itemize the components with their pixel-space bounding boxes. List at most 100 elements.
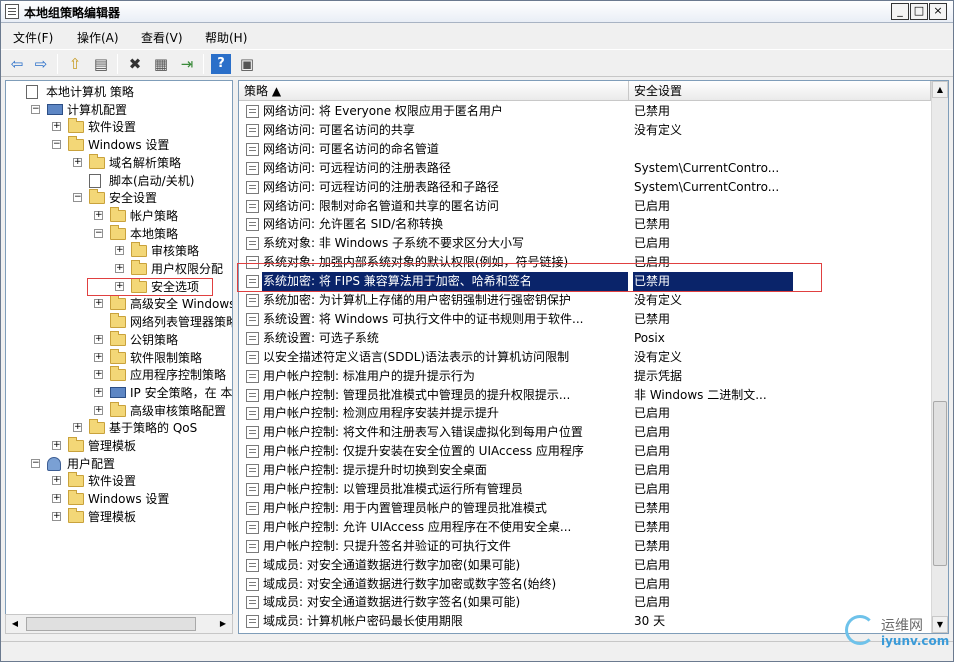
- expand-icon[interactable]: +: [115, 264, 124, 273]
- table-row[interactable]: 以安全描述符定义语言(SDDL)语法表示的计算机访问限制 没有定义: [239, 348, 931, 367]
- table-row[interactable]: 域成员: 计算机帐户密码最长使用期限 30 天: [239, 612, 931, 631]
- table-row[interactable]: 用户帐户控制: 允许 UIAccess 应用程序在不使用安全桌... 已禁用: [239, 518, 931, 537]
- expand-icon[interactable]: +: [115, 281, 124, 291]
- tree-item[interactable]: + Windows 设置: [6, 490, 232, 508]
- table-row[interactable]: 网络访问: 可匿名访问的共享 没有定义: [239, 121, 931, 140]
- tree-item[interactable]: + 公钥策略: [6, 330, 232, 349]
- table-row[interactable]: 系统对象: 加强内部系统对象的默认权限(例如，符号链接) 已启用: [239, 253, 931, 272]
- properties-icon[interactable]: ▦: [151, 54, 171, 74]
- table-row[interactable]: 系统加密: 为计算机上存储的用户密钥强制进行强密钥保护 没有定义: [239, 291, 931, 310]
- delete-icon[interactable]: ✖: [125, 54, 145, 74]
- tree-item[interactable]: + 应用程序控制策略: [6, 366, 232, 384]
- expand-icon[interactable]: +: [52, 476, 61, 486]
- tree-item[interactable]: + 高级安全 Windows 防: [6, 295, 232, 313]
- table-row[interactable]: 用户帐户控制: 提示提升时切换到安全桌面 已启用: [239, 461, 931, 480]
- maximize-button[interactable]: □: [910, 3, 928, 20]
- back-icon[interactable]: ⇦: [7, 54, 27, 74]
- table-row[interactable]: 网络访问: 限制对命名管道和共享的匿名访问 已启用: [239, 197, 931, 216]
- table-row[interactable]: 域成员: 对安全通道数据进行数字加密(如果可能) 已启用: [239, 556, 931, 575]
- column-header-policy[interactable]: 策略 ▲: [239, 81, 629, 101]
- expand-icon[interactable]: +: [73, 423, 82, 433]
- tree-item[interactable]: + 管理模板: [6, 507, 232, 526]
- table-row[interactable]: 系统设置: 将 Windows 可执行文件中的证书规则用于软件... 已禁用: [239, 310, 931, 329]
- tree-scroll-thumb[interactable]: [26, 617, 196, 631]
- minimize-button[interactable]: _: [891, 3, 909, 20]
- table-row[interactable]: 域成员: 对安全通道数据进行数字加密或数字签名(始终) 已启用: [239, 575, 931, 594]
- menu-action[interactable]: 操作(A): [77, 29, 119, 46]
- collapse-icon[interactable]: −: [31, 458, 40, 468]
- tree-item[interactable]: − 本地策略: [6, 224, 232, 243]
- tree-item[interactable]: + 域名解析策略: [6, 153, 232, 172]
- tree-item[interactable]: + 高级审核策略配置: [6, 401, 232, 420]
- expand-icon[interactable]: +: [52, 122, 61, 132]
- tree-item[interactable]: + 软件限制策略: [6, 348, 232, 367]
- expand-icon[interactable]: +: [94, 210, 103, 220]
- table-row[interactable]: 用户帐户控制: 只提升签名并验证的可执行文件 已禁用: [239, 537, 931, 556]
- table-row[interactable]: 网络访问: 可远程访问的注册表路径 System\CurrentContro...: [239, 159, 931, 178]
- tree-item[interactable]: + 帐户策略: [6, 206, 232, 225]
- scroll-left-icon[interactable]: ◀: [6, 615, 24, 633]
- tree-item[interactable]: + 软件设置: [6, 472, 232, 490]
- table-row[interactable]: 网络访问: 将 Everyone 权限应用于匿名用户 已禁用: [239, 102, 931, 121]
- collapse-icon[interactable]: −: [31, 104, 40, 114]
- tree-item[interactable]: − 用户配置: [6, 455, 232, 473]
- table-row[interactable]: 用户帐户控制: 标准用户的提升提示行为 提示凭据: [239, 367, 931, 386]
- scroll-up-icon[interactable]: ▲: [932, 81, 948, 98]
- table-row[interactable]: 系统设置: 可选子系统 Posix: [239, 329, 931, 348]
- expand-icon[interactable]: +: [52, 494, 61, 504]
- table-row[interactable]: 域成员: 禁用计算机帐户密码更改 已禁用: [239, 631, 931, 633]
- tree-horizontal-scrollbar[interactable]: ◀ ▶: [5, 614, 233, 634]
- table-row[interactable]: 用户帐户控制: 检测应用程序安装并提示提升 已启用: [239, 404, 931, 423]
- table-row[interactable]: 用户帐户控制: 仅提升安装在安全位置的 UIAccess 应用程序 已启用: [239, 442, 931, 461]
- expand-icon[interactable]: +: [52, 511, 61, 521]
- collapse-icon[interactable]: −: [94, 228, 103, 238]
- tree-item[interactable]: 本地计算机 策略: [6, 83, 232, 101]
- menu-view[interactable]: 查看(V): [141, 29, 183, 46]
- table-row[interactable]: 系统对象: 非 Windows 子系统不要求区分大小写 已启用: [239, 234, 931, 253]
- table-row[interactable]: 域成员: 对安全通道数据进行数字签名(如果可能) 已启用: [239, 593, 931, 612]
- up-folder-icon[interactable]: ⇧: [65, 54, 85, 74]
- expand-icon[interactable]: +: [94, 370, 103, 380]
- tree-item[interactable]: + 用户权限分配: [6, 260, 232, 278]
- help-icon[interactable]: ?: [211, 54, 231, 74]
- tree-item[interactable]: + 软件设置: [6, 118, 232, 136]
- expand-icon[interactable]: +: [94, 405, 103, 415]
- list-vertical-scrollbar[interactable]: ▲ ▼: [931, 81, 948, 633]
- menu-help[interactable]: 帮助(H): [205, 29, 247, 46]
- expand-icon[interactable]: +: [94, 387, 103, 397]
- column-header-setting[interactable]: 安全设置: [629, 81, 931, 101]
- tree-item[interactable]: − Windows 设置: [6, 136, 232, 154]
- table-row[interactable]: 网络访问: 可远程访问的注册表路径和子路径 System\CurrentContr…: [239, 178, 931, 197]
- close-button[interactable]: ×: [929, 3, 947, 20]
- expand-icon[interactable]: +: [115, 246, 124, 256]
- expand-icon[interactable]: +: [94, 352, 103, 362]
- table-row[interactable]: 系统加密: 将 FIPS 兼容算法用于加密、哈希和签名 已禁用: [239, 272, 931, 292]
- table-row[interactable]: 用户帐户控制: 用于内置管理员帐户的管理员批准模式 已禁用: [239, 499, 931, 518]
- table-row[interactable]: 用户帐户控制: 以管理员批准模式运行所有管理员 已启用: [239, 480, 931, 499]
- forward-icon[interactable]: ⇨: [31, 54, 51, 74]
- scroll-right-icon[interactable]: ▶: [214, 615, 232, 633]
- table-row[interactable]: 网络访问: 可匿名访问的命名管道: [239, 140, 931, 159]
- tree-item[interactable]: + IP 安全策略，在 本: [6, 384, 232, 402]
- tree-item[interactable]: + 基于策略的 QoS: [6, 419, 232, 437]
- table-row[interactable]: 用户帐户控制: 管理员批准模式中管理员的提升权限提示... 非 Windows 二…: [239, 386, 931, 405]
- list-scroll-thumb[interactable]: [933, 401, 947, 566]
- collapse-icon[interactable]: −: [73, 193, 82, 203]
- export-list-icon[interactable]: ⇥: [177, 54, 197, 74]
- table-row[interactable]: 用户帐户控制: 将文件和注册表写入错误虚拟化到每用户位置 已启用: [239, 423, 931, 442]
- tree-item[interactable]: + 审核策略: [6, 242, 232, 260]
- expand-icon[interactable]: +: [94, 334, 103, 344]
- tree-item[interactable]: 脚本(启动/关机): [6, 172, 232, 190]
- collapse-icon[interactable]: −: [52, 140, 61, 150]
- tree-item[interactable]: + 安全选项: [6, 277, 232, 296]
- show-tree-icon[interactable]: ▤: [91, 54, 111, 74]
- expand-icon[interactable]: +: [73, 157, 82, 167]
- tree-item[interactable]: 网络列表管理器策略: [6, 313, 232, 331]
- console-tree[interactable]: 本地计算机 策略 − 计算机配置 + 软件设置 − Windows 设置 + 域名解析策略 脚本(…: [5, 80, 233, 634]
- tree-item[interactable]: − 安全设置: [6, 189, 232, 207]
- tree-item[interactable]: − 计算机配置: [6, 101, 232, 119]
- expand-icon[interactable]: +: [52, 441, 61, 450]
- tree-item[interactable]: + 管理模板: [6, 437, 232, 455]
- expand-icon[interactable]: +: [94, 299, 103, 309]
- menu-file[interactable]: 文件(F): [13, 29, 53, 46]
